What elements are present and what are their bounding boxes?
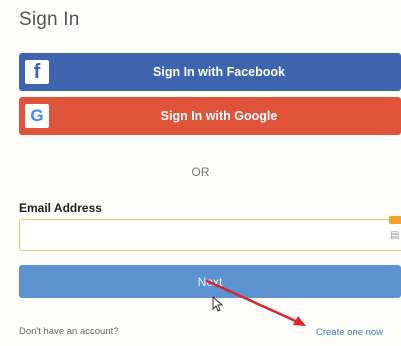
google-button-label: Sign In with Google — [160, 109, 278, 123]
facebook-icon: f — [25, 60, 49, 84]
input-accent-marker — [389, 216, 401, 224]
email-label: Email Address — [19, 201, 102, 215]
next-button-label: Next — [197, 274, 223, 289]
facebook-button-label: Sign In with Facebook — [153, 65, 285, 79]
sign-in-google-button[interactable]: G Sign In with Google — [19, 97, 401, 135]
google-icon: G — [25, 104, 49, 128]
or-divider: OR — [191, 165, 210, 179]
cursor-icon — [212, 296, 224, 312]
page-title: Sign In — [19, 9, 80, 30]
email-field[interactable] — [19, 219, 401, 251]
sign-in-facebook-button[interactable]: f Sign In with Facebook — [19, 53, 401, 91]
create-account-link[interactable]: Create one now — [316, 327, 383, 338]
autofill-icon: ▤ — [390, 230, 400, 241]
next-button[interactable]: Next — [19, 265, 401, 298]
no-account-text: Don't have an account? — [19, 326, 119, 337]
